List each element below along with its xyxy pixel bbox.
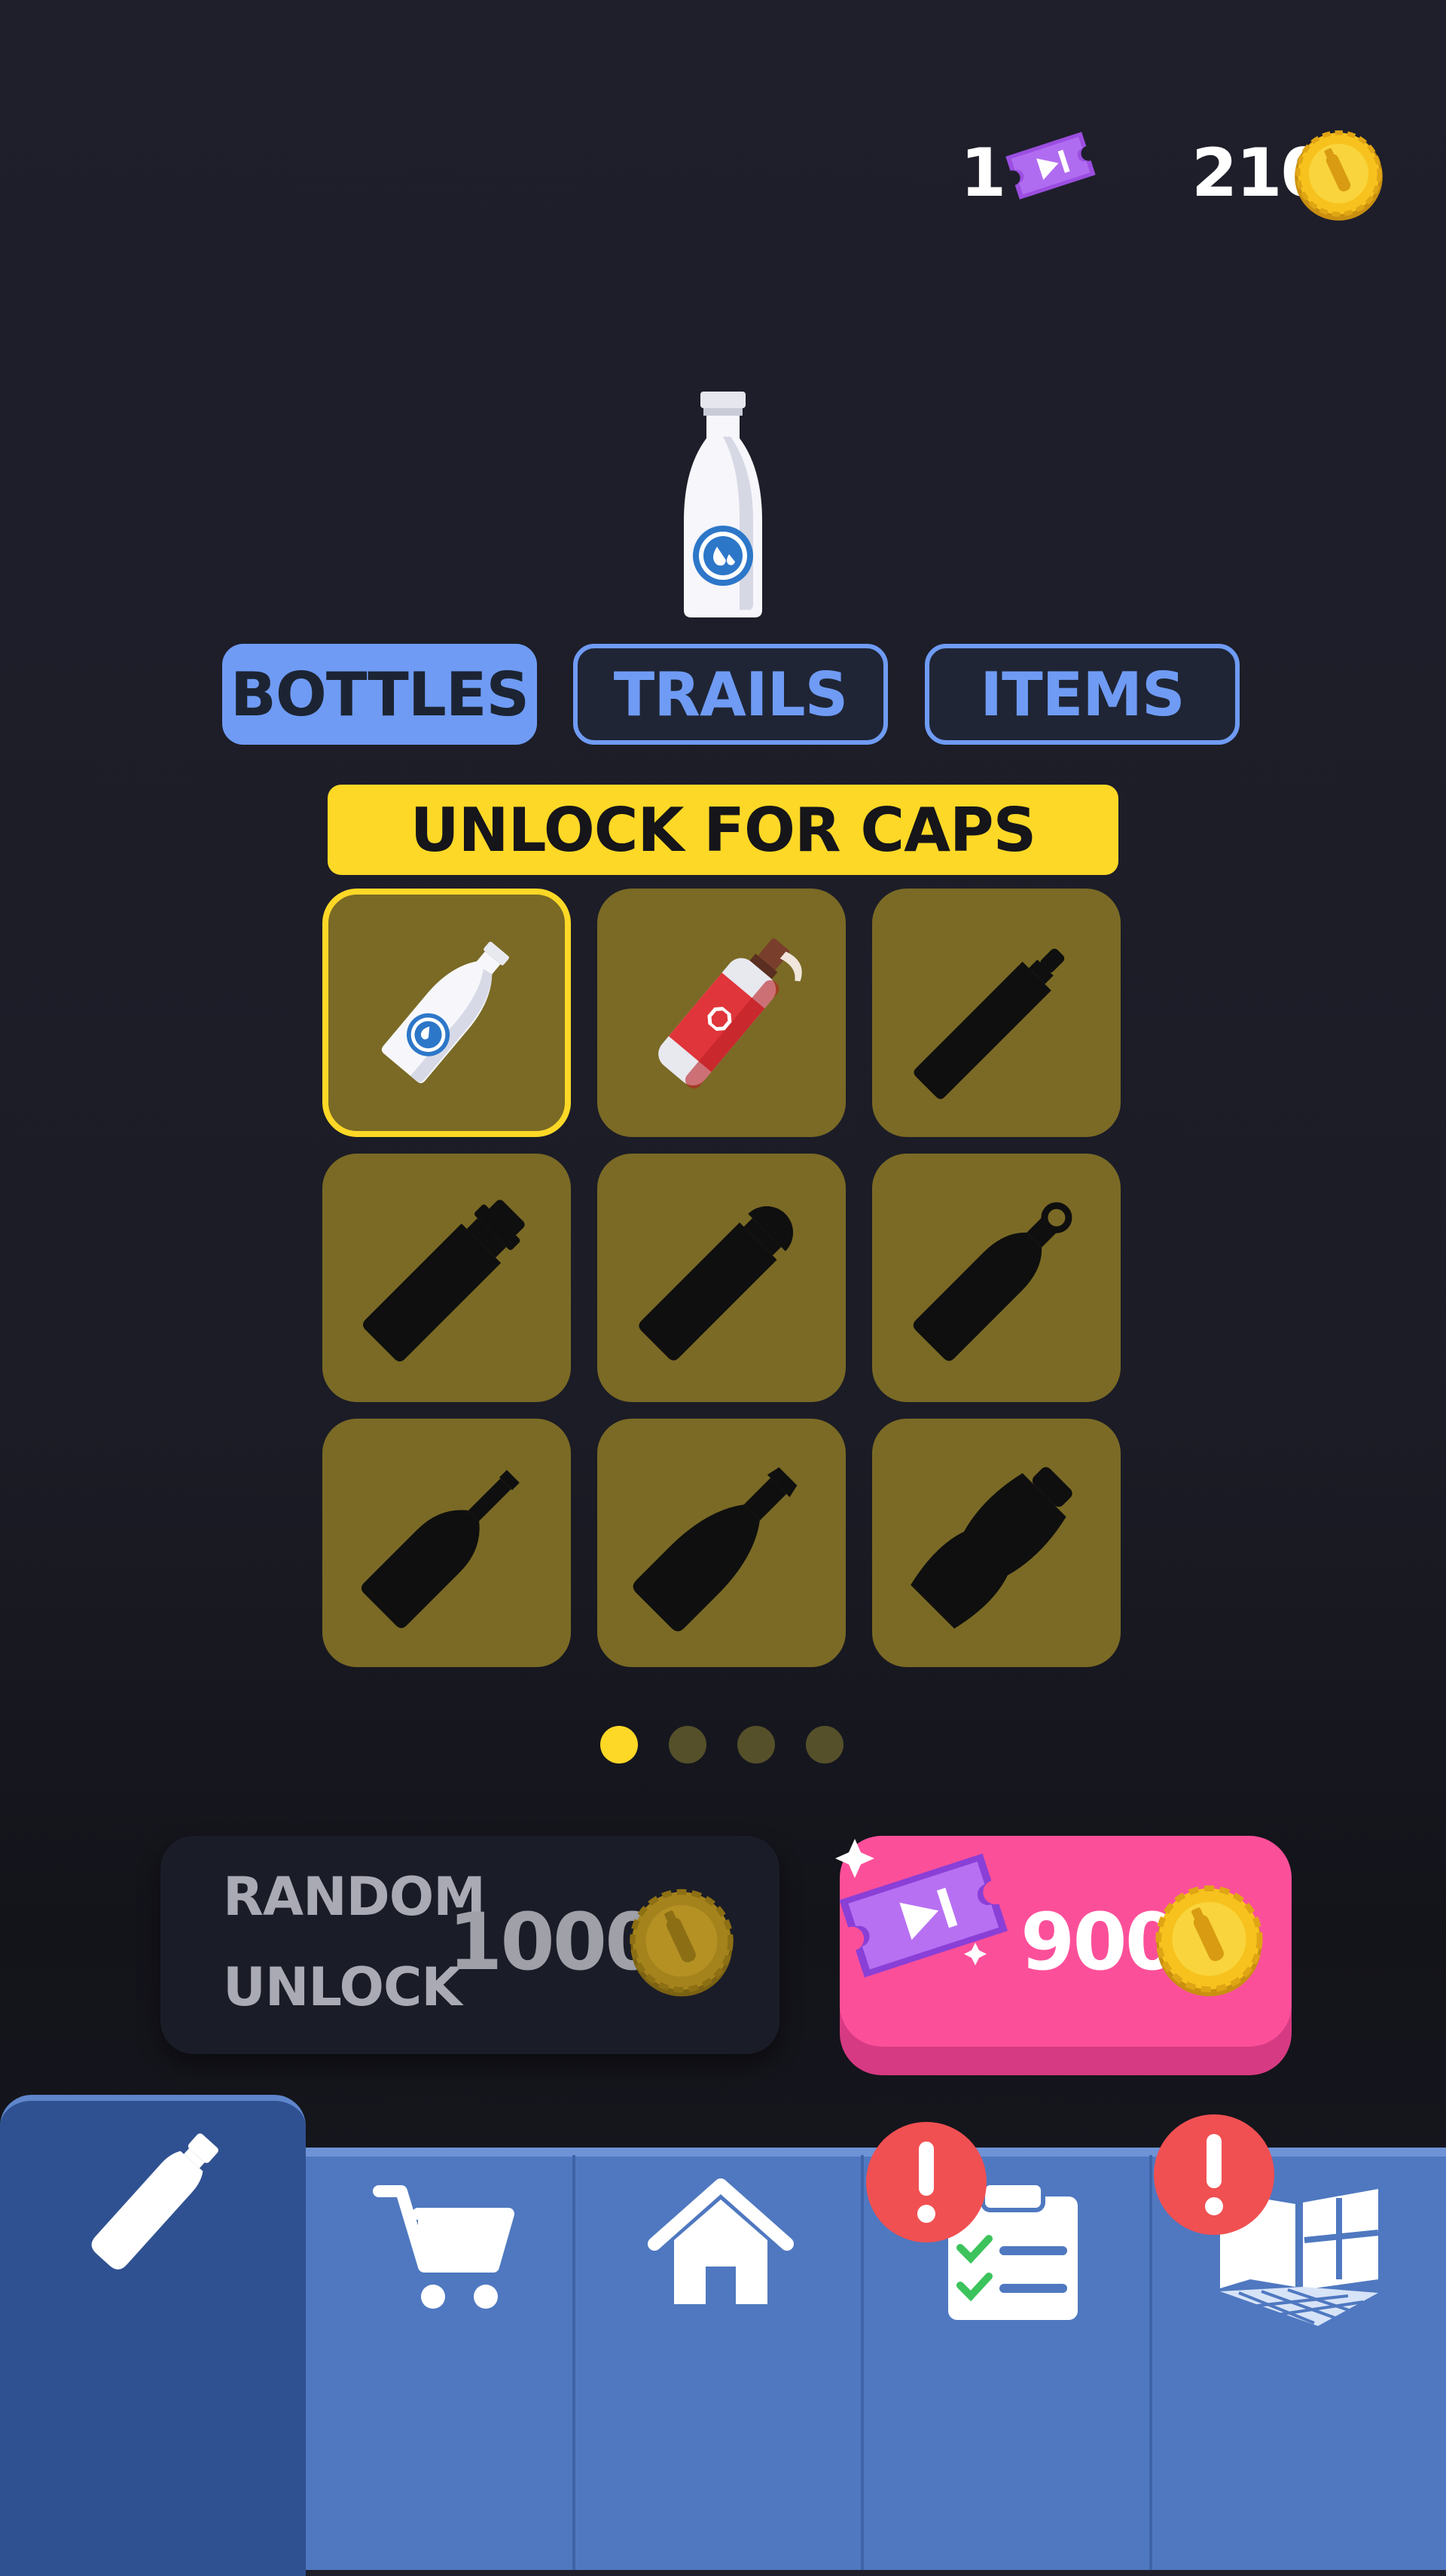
cap-coin-icon [630, 1889, 734, 1997]
alert-badge-icon [866, 2122, 987, 2242]
locked-bottle-icon [633, 1467, 798, 1632]
grid-cell-locked-bottle-5[interactable] [322, 1419, 571, 1667]
grid-cell-locked-bottle-6[interactable] [597, 1419, 846, 1667]
cap-coin-icon [1155, 1885, 1263, 1997]
grid-cell-locked-bottle-1[interactable] [872, 889, 1121, 1137]
tab-bottles[interactable]: BOTTLES [222, 644, 537, 745]
grid-cell-locked-bottle-7[interactable] [872, 1419, 1121, 1667]
locked-bottle-icon [639, 1206, 794, 1361]
home-icon[interactable] [644, 2176, 798, 2312]
page-dot-4[interactable] [806, 1726, 844, 1764]
tab-items[interactable]: ITEMS [925, 644, 1240, 745]
locked-bottle-icon [911, 1467, 1072, 1629]
grid-cell-milk-bottle[interactable] [322, 889, 571, 1137]
random-unlock-label-line1: RANDOM [223, 1866, 486, 1928]
locked-bottle-icon [914, 948, 1065, 1099]
locked-bottle-icon [913, 1202, 1072, 1361]
page-dot-1[interactable] [600, 1726, 638, 1764]
cap-coin-icon [1295, 130, 1383, 221]
nav-divider [861, 2155, 864, 2570]
grid-cell-locked-bottle-2[interactable] [322, 1154, 571, 1402]
spray-bottle-icon [658, 938, 802, 1089]
locked-bottle-icon [362, 1200, 525, 1362]
preview-bottle [684, 392, 762, 617]
tab-trails[interactable]: TRAILS [573, 644, 888, 745]
nav-divider [1149, 2155, 1152, 2570]
random-unlock-label-line2: UNLOCK [223, 1956, 462, 2018]
grid-cell-locked-bottle-4[interactable] [872, 1154, 1121, 1402]
ticket-count: 1 [960, 134, 1006, 212]
bottle-icon[interactable] [60, 2108, 249, 2297]
unlock-for-caps-banner: UNLOCK FOR CAPS [328, 785, 1118, 875]
locked-bottle-icon [361, 1470, 520, 1629]
nav-divider [572, 2155, 575, 2570]
ticket-icon [835, 1839, 1008, 1978]
cart-icon[interactable] [373, 2176, 516, 2319]
page-dot-3[interactable] [737, 1726, 775, 1764]
page-dot-2[interactable] [669, 1726, 706, 1764]
grid-cell-red-spray-bottle[interactable] [597, 889, 846, 1137]
milk-bottle-icon [381, 941, 509, 1084]
ticket-icon [1005, 132, 1096, 200]
alert-badge-icon [1154, 2114, 1274, 2235]
grid-cell-locked-bottle-3[interactable] [597, 1154, 846, 1402]
